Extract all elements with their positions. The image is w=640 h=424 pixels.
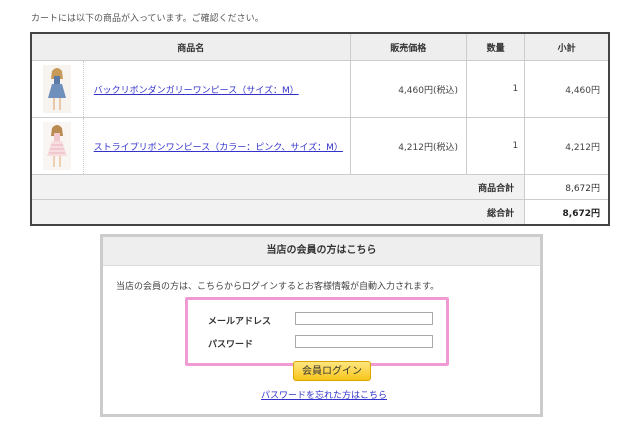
forgot-password-link[interactable]: パスワードを忘れた方はこちら <box>261 388 387 401</box>
login-form-highlight: メールアドレス パスワード <box>185 297 449 366</box>
header-product-name: 商品名 <box>30 32 351 61</box>
password-label: パスワード <box>208 340 254 350</box>
product-thumbnail-cell <box>30 60 84 118</box>
header-quantity: 数量 <box>465 32 526 61</box>
login-description: 当店の会員の方は、こちらからログインするとお客様情報が自動入力されます。 <box>116 282 440 292</box>
grand-total-row: 総合計 8,672円 <box>30 199 610 226</box>
email-field[interactable] <box>295 312 433 325</box>
product-name-cell: ストライプリボンワンピース（カラー：ピンク、サイズ：M） <box>83 117 351 175</box>
product-quantity: 1 <box>465 60 526 118</box>
cart-table: 商品名 販売価格 数量 小計 バックリボンダンガリーワンピース（サイズ：M） 4… <box>30 32 610 226</box>
product-price: 4,460円(税込) <box>349 60 467 118</box>
product-quantity: 1 <box>465 117 526 175</box>
product-price: 4,212円(税込) <box>349 117 467 175</box>
cart-intro-text: カートには以下の商品が入っています。ご確認ください。 <box>31 14 264 24</box>
header-subtotal: 小計 <box>524 32 610 61</box>
product-total-row: 商品合計 8,672円 <box>30 174 610 200</box>
product-name-cell: バックリボンダンガリーワンピース（サイズ：M） <box>83 60 351 118</box>
product-thumbnail-cell <box>30 117 84 175</box>
header-price: 販売価格 <box>349 32 467 61</box>
login-title: 当店の会員の方はこちら <box>103 237 540 266</box>
table-row: ストライプリボンワンピース（カラー：ピンク、サイズ：M） 4,212円(税込) … <box>30 117 610 175</box>
password-field[interactable] <box>295 335 433 348</box>
product-image-denim-dress[interactable] <box>43 65 72 113</box>
product-total-label: 商品合計 <box>30 174 526 200</box>
member-login-panel: 当店の会員の方はこちら 当店の会員の方は、こちらからログインするとお客様情報が自… <box>100 234 543 417</box>
email-label: メールアドレス <box>208 317 272 327</box>
grand-total-label: 総合計 <box>30 199 526 226</box>
cart-header-row: 商品名 販売価格 数量 小計 <box>30 32 610 61</box>
grand-total-value: 8,672円 <box>524 199 610 226</box>
product-subtotal: 4,212円 <box>524 117 610 175</box>
product-link[interactable]: バックリボンダンガリーワンピース（サイズ：M） <box>94 86 299 96</box>
product-total-value: 8,672円 <box>524 174 610 200</box>
product-link[interactable]: ストライプリボンワンピース（カラー：ピンク、サイズ：M） <box>94 143 343 153</box>
product-image-stripe-dress[interactable] <box>43 122 72 170</box>
table-row: バックリボンダンガリーワンピース（サイズ：M） 4,460円(税込) 1 4,4… <box>30 60 610 118</box>
member-login-button[interactable]: 会員ログイン <box>293 361 371 381</box>
product-subtotal: 4,460円 <box>524 60 610 118</box>
